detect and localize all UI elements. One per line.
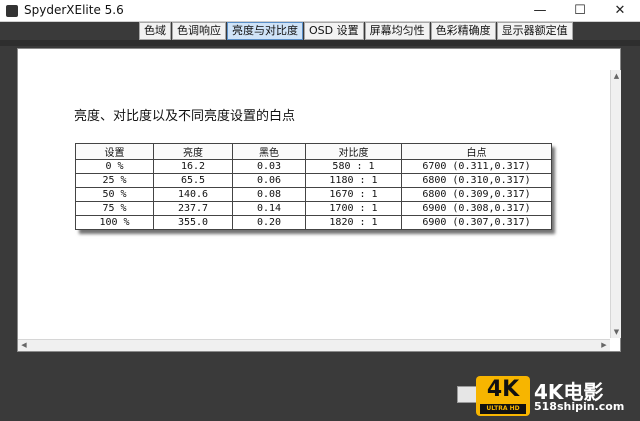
cell-setting: 100 % [75,215,154,230]
cell-brightness: 16.2 [153,159,233,174]
scroll-up-icon[interactable]: ▲ [612,70,621,82]
table-header-row: 设置 亮度 黑色 对比度 白点 [75,143,552,160]
cell-setting: 75 % [75,201,154,216]
header-brightness: 亮度 [153,143,233,160]
cell-black: 0.20 [232,215,306,230]
cell-white-point: 6900 (0.307,0.317) [401,215,552,230]
window-title: SpyderXElite 5.6 [24,3,124,17]
cell-setting: 50 % [75,187,154,202]
tab-display-rating[interactable]: 显示器额定值 [496,22,573,40]
app-icon [6,5,18,17]
watermark-url: 518shipin.com [534,400,625,413]
header-white-point: 白点 [401,143,552,160]
cell-setting: 0 % [75,159,154,174]
cell-brightness: 65.5 [153,173,233,188]
tab-gamut[interactable]: 色域 [139,22,171,40]
header-setting: 设置 [75,143,154,160]
cell-white-point: 6800 (0.309,0.317) [401,187,552,202]
cell-contrast: 1820 : 1 [305,215,402,230]
cell-white-point: 6900 (0.308,0.317) [401,201,552,216]
tab-bar: 色域 色调响应 亮度与对比度 OSD 设置 屏幕均匀性 色彩精确度 显示器额定值 [139,22,574,40]
horizontal-scrollbar[interactable]: ◀ ▶ [18,339,610,351]
cell-black: 0.06 [232,173,306,188]
cell-white-point: 6800 (0.310,0.317) [401,173,552,188]
cell-black: 0.08 [232,187,306,202]
table-row: 50 % 140.6 0.08 1670 : 1 6800 (0.309,0.3… [75,187,552,202]
scroll-right-icon[interactable]: ▶ [598,340,610,351]
tab-color-accuracy[interactable]: 色彩精确度 [430,22,496,40]
cell-brightness: 237.7 [153,201,233,216]
cell-contrast: 1180 : 1 [305,173,402,188]
tab-screen-uniformity[interactable]: 屏幕均匀性 [364,22,430,40]
watermark-logo: 4K ULTRA HD [476,376,530,416]
tab-brightness-contrast[interactable]: 亮度与对比度 [227,22,303,40]
results-table: 设置 亮度 黑色 对比度 白点 0 % 16.2 0.03 580 : 1 67… [75,143,552,230]
header-contrast: 对比度 [305,143,402,160]
scroll-down-icon[interactable]: ▼ [612,326,621,338]
header-black: 黑色 [232,143,306,160]
cell-brightness: 355.0 [153,215,233,230]
tab-tone-response[interactable]: 色调响应 [172,22,226,40]
title-bar: SpyderXElite 5.6 — ☐ ✕ [0,0,640,22]
table-row: 25 % 65.5 0.06 1180 : 1 6800 (0.310,0.31… [75,173,552,188]
cell-black: 0.03 [232,159,306,174]
close-button[interactable]: ✕ [600,0,640,22]
cell-contrast: 1700 : 1 [305,201,402,216]
scroll-left-icon[interactable]: ◀ [18,340,30,351]
minimize-button[interactable]: — [520,0,560,22]
toolbar-band [0,40,640,46]
table-row: 0 % 16.2 0.03 580 : 1 6700 (0.311,0.317) [75,159,552,174]
cell-black: 0.14 [232,201,306,216]
maximize-button[interactable]: ☐ [560,0,600,22]
cell-contrast: 580 : 1 [305,159,402,174]
cell-white-point: 6700 (0.311,0.317) [401,159,552,174]
table-row: 100 % 355.0 0.20 1820 : 1 6900 (0.307,0.… [75,215,552,230]
table-row: 75 % 237.7 0.14 1700 : 1 6900 (0.308,0.3… [75,201,552,216]
cell-contrast: 1670 : 1 [305,187,402,202]
vertical-scrollbar[interactable]: ▲ ▼ [610,70,621,338]
report-title: 亮度、对比度以及不同亮度设置的白点 [74,109,296,124]
cell-setting: 25 % [75,173,154,188]
tab-osd-settings[interactable]: OSD 设置 [304,22,364,40]
cell-brightness: 140.6 [153,187,233,202]
